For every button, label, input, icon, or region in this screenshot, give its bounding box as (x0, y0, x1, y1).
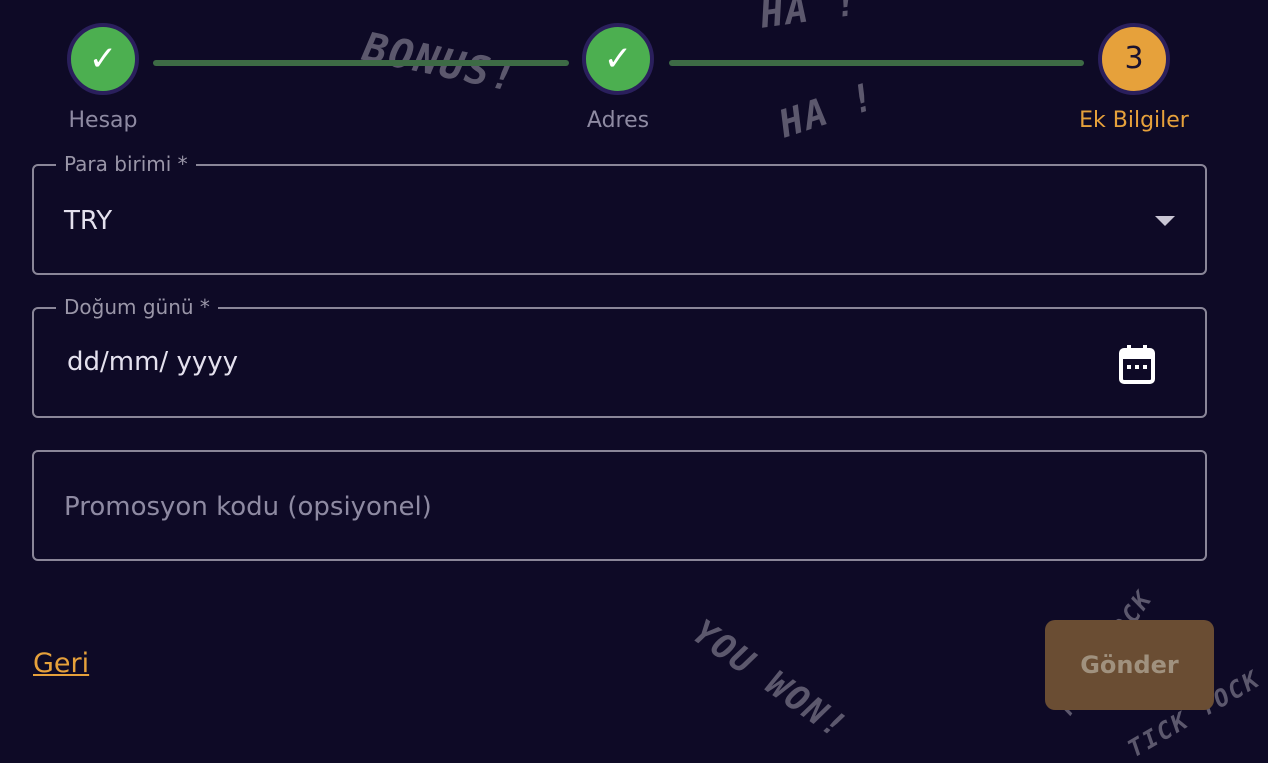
step-3-number: 3 (1124, 41, 1144, 76)
birthday-placeholder: dd/mm/ yyyy (67, 347, 238, 377)
currency-select[interactable]: Para birimi * TRY (32, 153, 1207, 275)
currency-value: TRY (64, 206, 113, 236)
check-icon: ✓ (88, 39, 118, 79)
birthday-input[interactable]: Doğum günü * dd/mm/ yyyy (32, 296, 1207, 418)
step-2-indicator: ✓ (582, 23, 654, 95)
check-icon: ✓ (603, 39, 633, 79)
step-1-indicator: ✓ (67, 23, 139, 95)
birthday-label: Doğum günü * (56, 296, 218, 318)
step-3-indicator: 3 (1098, 23, 1170, 95)
you-won-doodle: YOU WON! (684, 612, 855, 748)
calendar-icon[interactable] (1119, 344, 1155, 384)
dropdown-arrow-icon[interactable] (1155, 216, 1175, 226)
promo-code-input[interactable]: Promosyon kodu (opsiyonel) (32, 450, 1207, 561)
step-connector (669, 60, 1084, 66)
registration-stepper: ✓ Hesap ✓ Adres 3 Ek Bilgiler (0, 0, 1268, 150)
step-3-label: Ek Bilgiler (1079, 108, 1189, 133)
currency-label: Para birimi * (56, 153, 196, 175)
promo-code-placeholder: Promosyon kodu (opsiyonel) (64, 492, 432, 522)
step-2-label: Adres (586, 108, 650, 133)
back-link[interactable]: Geri (33, 648, 89, 679)
submit-button[interactable]: Gönder (1045, 620, 1214, 710)
step-connector (153, 60, 569, 66)
step-1-label: Hesap (68, 108, 138, 133)
